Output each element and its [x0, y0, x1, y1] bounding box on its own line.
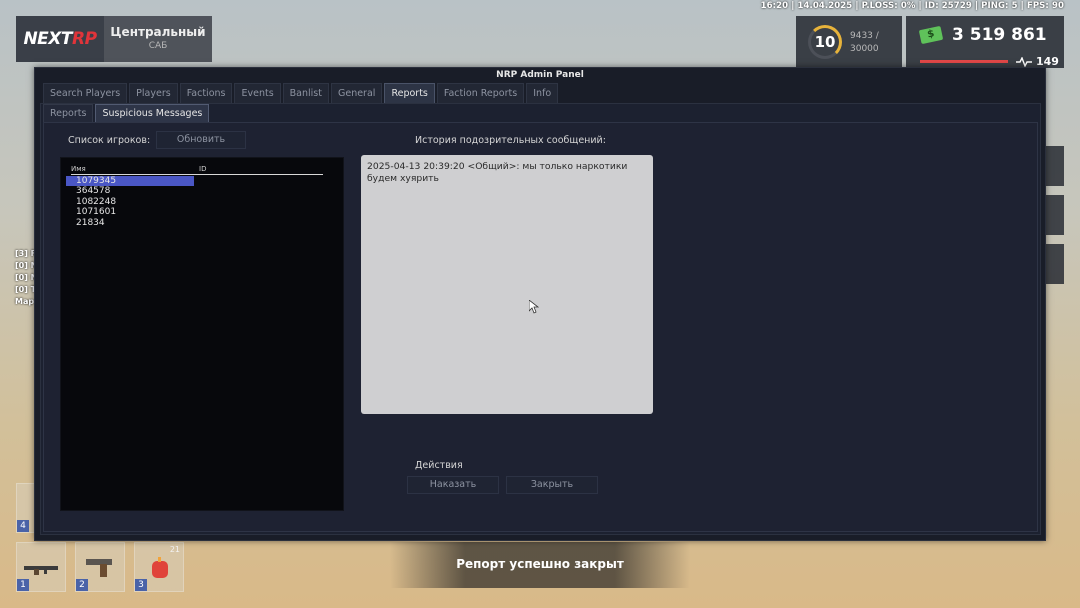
suspicious-messages-view: Список игроков: Обновить Имя ID 1079345 … [43, 122, 1038, 532]
player-list[interactable]: Имя ID 1079345 364578 1082248 1071601 21… [60, 157, 344, 511]
level-xp: 9433 / 30000 [850, 30, 879, 56]
list-item[interactable]: 364578 [66, 186, 194, 196]
panel-title: NRP Admin Panel [496, 70, 584, 80]
subtab-reports[interactable]: Reports [43, 104, 94, 122]
column-name-header: Имя [71, 165, 86, 173]
list-item[interactable]: 1079345 [66, 176, 194, 187]
admin-panel-window: NRP Admin Panel Search Players Players F… [34, 67, 1046, 541]
column-id-header: ID [199, 165, 207, 173]
status-line: 16:20 | 14.04.2025 | P.LOSS: 0% | ID: 25… [760, 1, 1064, 11]
player-rows: 1079345 364578 1082248 1071601 21834 [66, 176, 326, 228]
main-tabs: Search Players Players Factions Events B… [43, 83, 559, 103]
sub-tabs: Reports Suspicious Messages [43, 104, 210, 122]
tab-info[interactable]: Info [526, 83, 559, 103]
district-info: Центральный САБ [104, 16, 212, 62]
rifle-icon [24, 566, 58, 575]
health-bar [920, 60, 1008, 63]
list-item[interactable]: 1071601 [66, 207, 194, 217]
slot-number: 4 [17, 520, 29, 532]
players-label: Список игроков: [68, 135, 151, 146]
tab-general[interactable]: General [330, 83, 383, 103]
cursor-icon [529, 300, 539, 314]
tab-faction-reports[interactable]: Faction Reports [436, 83, 525, 103]
notification-toast: Репорт успешно закрыт [390, 542, 690, 588]
slot-number: 3 [135, 579, 147, 591]
logo-text-rp: RP [71, 29, 97, 49]
logo-text-next: NEXT [23, 29, 72, 49]
message-history-box[interactable]: 2025-04-13 20:39:20 <Общий>: мы только н… [361, 155, 653, 414]
tab-factions[interactable]: Factions [179, 83, 233, 103]
close-button[interactable]: Закрыть [506, 476, 598, 494]
inventory-slot-3[interactable]: 21 3 [134, 542, 184, 592]
tab-content-area: Reports Suspicious Messages Список игрок… [40, 103, 1041, 535]
subtab-suspicious-messages[interactable]: Suspicious Messages [95, 104, 210, 122]
district-sub: САБ [148, 41, 168, 51]
list-item[interactable]: 1082248 [66, 197, 194, 207]
slot-number: 1 [17, 579, 29, 591]
tab-banlist[interactable]: Banlist [282, 83, 329, 103]
slot-number: 2 [76, 579, 88, 591]
list-item[interactable]: 21834 [66, 218, 194, 228]
refresh-button[interactable]: Обновить [156, 131, 246, 149]
inventory-slot-2[interactable]: 2 [75, 542, 125, 592]
tab-events[interactable]: Events [234, 83, 281, 103]
tab-reports[interactable]: Reports [384, 83, 435, 103]
money-value: 3 519 861 [952, 25, 1047, 45]
level-widget: 10 9433 / 30000 [796, 16, 902, 68]
actions-label: Действия [415, 460, 463, 471]
money-icon: $ [918, 25, 944, 45]
pistol-icon [86, 559, 112, 577]
heartbeat-icon [1016, 57, 1032, 67]
server-logo: NEXT RP [16, 16, 104, 62]
fruit-icon [152, 557, 168, 578]
history-label: История подозрительных сообщений: [415, 135, 606, 146]
district-name: Центральный [110, 25, 206, 39]
xp-max: 30000 [850, 44, 879, 54]
inventory-slot-1[interactable]: 1 [16, 542, 66, 592]
punish-button[interactable]: Наказать [407, 476, 499, 494]
xp-current: 9433 / [850, 31, 879, 41]
player-list-header: Имя ID [71, 163, 323, 175]
tab-search-players[interactable]: Search Players [43, 83, 128, 103]
level-ring: 10 [808, 25, 842, 59]
slot-count: 21 [169, 545, 180, 554]
tab-players[interactable]: Players [129, 83, 178, 103]
